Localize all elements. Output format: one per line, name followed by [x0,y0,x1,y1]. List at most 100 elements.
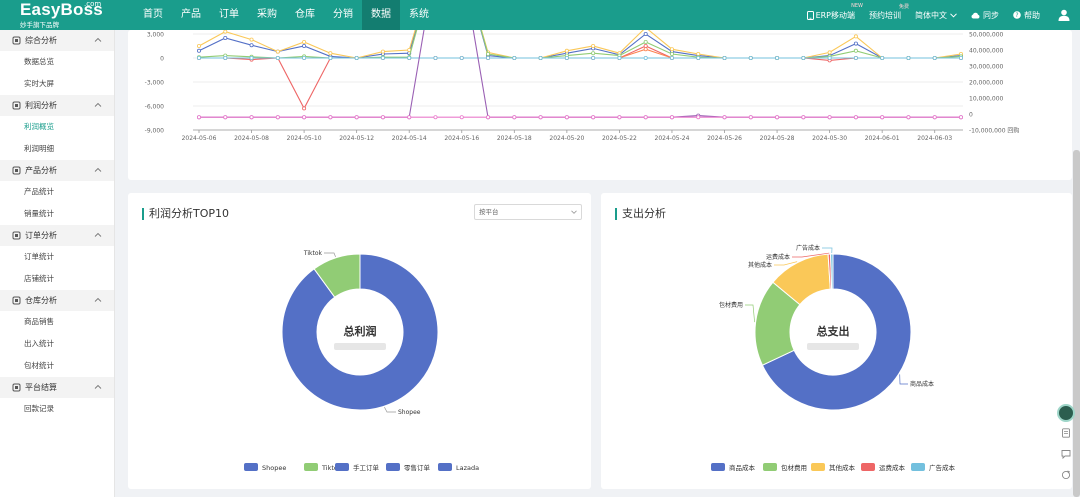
data-point[interactable] [459,115,464,120]
legend-label[interactable]: 广告成本 [929,463,956,472]
legend-swatch[interactable] [244,463,258,471]
nav-item[interactable]: 产品 [172,0,210,30]
data-point[interactable] [696,55,701,60]
data-point[interactable] [197,43,202,48]
brand-logo[interactable]: EasyBoss .com 妙手旗下品牌 [0,0,120,30]
sidebar-item[interactable]: 订单统计 [0,246,114,268]
data-point[interactable] [880,55,885,60]
data-point[interactable] [617,115,622,120]
legend-swatch[interactable] [711,463,725,471]
data-point[interactable] [643,115,648,120]
data-point[interactable] [407,55,412,60]
nav-item[interactable]: 首页 [134,0,172,30]
data-point[interactable] [380,49,385,54]
data-point[interactable] [696,115,701,120]
sidebar-item[interactable]: 商品销售 [0,311,114,333]
data-point[interactable] [827,115,832,120]
data-point[interactable] [643,32,648,37]
data-point[interactable] [459,55,464,60]
user-icon[interactable] [1058,9,1070,21]
data-point[interactable] [906,55,911,60]
data-point[interactable] [538,55,543,60]
data-point[interactable] [959,55,964,60]
data-point[interactable] [853,41,858,46]
data-point[interactable] [512,55,517,60]
platform-select[interactable]: 按平台 [474,204,582,220]
data-point[interactable] [249,37,254,42]
training-link[interactable]: 预约培训 免费 [869,4,909,21]
data-point[interactable] [486,55,491,60]
sidebar-item[interactable]: 店铺统计 [0,268,114,290]
data-point[interactable] [643,55,648,60]
data-point[interactable] [275,49,280,54]
data-point[interactable] [433,115,438,120]
data-point[interactable] [853,115,858,120]
data-point[interactable] [722,55,727,60]
help-button[interactable]: ? 帮助 [1013,10,1040,21]
data-point[interactable] [853,55,858,60]
data-point[interactable] [223,36,228,41]
data-point[interactable] [249,55,254,60]
data-point[interactable] [302,43,307,48]
data-point[interactable] [328,51,333,56]
refresh-icon[interactable] [1061,470,1071,480]
data-point[interactable] [433,55,438,60]
data-point[interactable] [249,115,254,120]
sidebar-item[interactable]: 出入统计 [0,333,114,355]
data-point[interactable] [591,43,596,48]
nav-item[interactable]: 数据 [362,0,400,30]
legend-swatch[interactable] [438,463,452,471]
sidebar-group[interactable]: 利润分析 [0,95,114,116]
data-point[interactable] [354,55,359,60]
sidebar-group[interactable]: 订单分析 [0,225,114,246]
sidebar-group[interactable]: 综合分析 [0,30,114,51]
data-point[interactable] [197,48,202,53]
nav-item[interactable]: 订单 [210,0,248,30]
sidebar-item[interactable]: 销量统计 [0,203,114,225]
sidebar-item[interactable]: 利润概览 [0,116,114,138]
data-point[interactable] [643,43,648,48]
data-point[interactable] [669,55,674,60]
legend-label[interactable]: Shopee [262,464,286,472]
data-point[interactable] [775,55,780,60]
nav-item[interactable]: 采购 [248,0,286,30]
data-point[interactable] [932,55,937,60]
data-point[interactable] [853,48,858,53]
chat-icon[interactable] [1061,449,1071,459]
data-point[interactable] [302,55,307,60]
data-point[interactable] [748,55,753,60]
data-point[interactable] [591,55,596,60]
data-point[interactable] [275,115,280,120]
nav-item[interactable]: 仓库 [286,0,324,30]
data-point[interactable] [748,115,753,120]
legend-swatch[interactable] [386,463,400,471]
data-point[interactable] [827,50,832,55]
sidebar-item[interactable]: 回款记录 [0,398,114,420]
sidebar-item[interactable]: 产品统计 [0,181,114,203]
sidebar-group[interactable]: 平台结算 [0,377,114,398]
data-point[interactable] [564,55,569,60]
data-point[interactable] [669,51,674,56]
data-point[interactable] [354,115,359,120]
data-point[interactable] [696,51,701,56]
data-point[interactable] [906,115,911,120]
sidebar-group[interactable]: 仓库分析 [0,290,114,311]
data-point[interactable] [380,115,385,120]
data-point[interactable] [643,47,648,52]
data-point[interactable] [486,51,491,56]
sidebar-group[interactable]: 产品分析 [0,160,114,181]
legend-label[interactable]: 零售订单 [404,463,431,472]
data-point[interactable] [302,115,307,120]
data-point[interactable] [223,30,228,34]
nav-item[interactable]: 系统 [400,0,438,30]
legend-swatch[interactable] [335,463,349,471]
data-point[interactable] [801,55,806,60]
legend-label[interactable]: 手工订单 [353,463,380,472]
legend-label[interactable]: 包材费用 [781,463,807,472]
data-point[interactable] [328,55,333,60]
data-point[interactable] [722,115,727,120]
sidebar-item[interactable]: 实时大屏 [0,73,114,95]
sidebar-item[interactable]: 包材统计 [0,355,114,377]
nav-item[interactable]: 分销 [324,0,362,30]
data-point[interactable] [775,115,780,120]
